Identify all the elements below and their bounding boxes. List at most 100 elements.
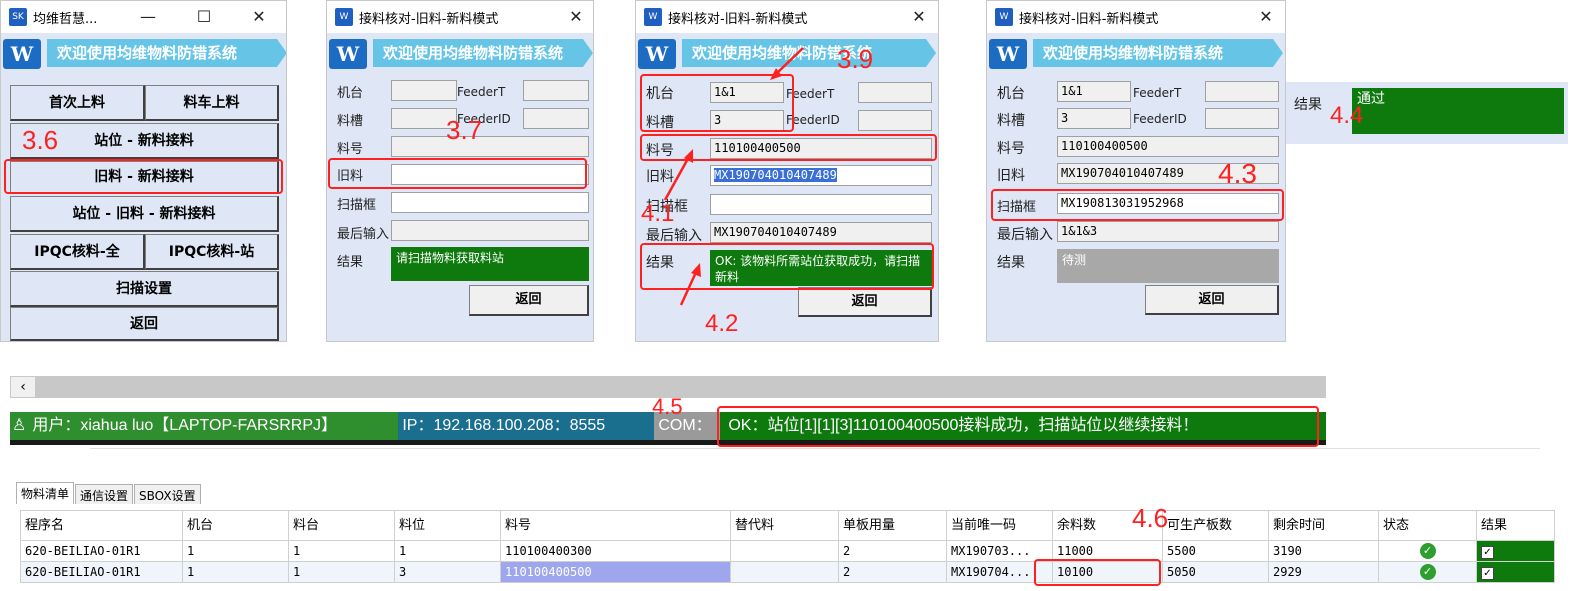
label-feedert: FeederT (1133, 86, 1182, 100)
status-ok-icon: ✓ (1419, 543, 1436, 559)
status-ok-icon: ✓ (1419, 564, 1436, 580)
close-icon[interactable]: ✕ (904, 5, 934, 29)
annotation-3-9: 3.9 (837, 44, 874, 74)
cell-substitute (730, 561, 839, 583)
banner-title: 欢迎使用均维物料防错系统 (373, 39, 593, 67)
logo: W (3, 39, 41, 69)
part-field[interactable] (391, 136, 589, 157)
minimize-icon[interactable]: — (133, 5, 163, 29)
feederid-field[interactable] (523, 108, 589, 129)
label-result: 结果 (997, 255, 1025, 271)
pass-result-panel: 结果 通过 (1286, 82, 1568, 144)
title-bar: W 接料核对-旧料-新料模式 ✕ (636, 1, 938, 33)
last-input-field: 1&1&3 (1057, 221, 1279, 242)
cell-slot: 3 (394, 561, 501, 583)
ipqc-station-button[interactable]: IPQC核料-站 (145, 234, 279, 270)
cell-result: ✓ (1476, 561, 1555, 583)
banner-title: 欢迎使用均维物料防错系统 (47, 39, 287, 67)
col-producible-boards[interactable]: 可生产板数 (1162, 510, 1269, 541)
annotation-4-2: 4.2 (705, 310, 739, 337)
label-feederid: FeederID (1133, 112, 1187, 126)
tab-material-list[interactable]: 物料清单 (16, 482, 75, 504)
feedert-field[interactable] (858, 82, 932, 103)
window-title: 接料核对-旧料-新料模式 (668, 11, 808, 27)
cell-usage: 2 (838, 561, 947, 583)
label-result: 结果 (1294, 97, 1322, 113)
col-remaining-time[interactable]: 剩余时间 (1268, 510, 1379, 541)
cell-substitute (730, 540, 839, 562)
cell-usage: 2 (838, 540, 947, 562)
logo: W (329, 39, 367, 69)
scan-input[interactable] (391, 192, 589, 213)
close-icon[interactable]: ✕ (244, 5, 274, 29)
col-result[interactable]: 结果 (1476, 510, 1555, 541)
table-row[interactable]: 620-BEILIAO-01R1 1 1 3 110100400500 2 MX… (20, 561, 1555, 583)
tab-sbox-settings[interactable]: SBOX设置 (134, 484, 201, 504)
col-unique-code[interactable]: 当前唯一码 (946, 510, 1053, 541)
result-display: 请扫描物料获取料站 (391, 247, 589, 281)
window-title: 均维哲慧... (33, 11, 98, 27)
status-user: 用户：xiahua luo【LAPTOP-FARSRRPJ】 (28, 412, 399, 440)
back-button[interactable]: 返回 (1145, 285, 1279, 315)
cell-remaining-time: 2929 (1268, 561, 1379, 583)
banner: W 欢迎使用均维物料防错系统 (327, 33, 593, 73)
table-header-row: 程序名 机台 料台 料位 料号 替代料 单板用量 当前唯一码 余料数 可生产板数… (20, 510, 1555, 541)
ipqc-all-button[interactable]: IPQC核料-全 (10, 234, 145, 270)
first-load-button[interactable]: 首次上料 (10, 85, 145, 121)
machine-field[interactable] (391, 80, 457, 101)
close-icon[interactable]: ✕ (561, 5, 591, 29)
close-icon[interactable]: ✕ (1251, 5, 1281, 29)
cart-load-button[interactable]: 料车上料 (145, 85, 279, 121)
scroll-left-arrow-icon[interactable]: ‹ (10, 376, 36, 398)
feedert-field[interactable] (523, 80, 589, 101)
window-title: 接料核对-旧料-新料模式 (359, 11, 499, 27)
col-part[interactable]: 料号 (500, 510, 731, 541)
back-button[interactable]: 返回 (10, 307, 279, 341)
maximize-icon[interactable]: ☐ (189, 5, 219, 29)
feedert-field[interactable] (1205, 81, 1279, 102)
material-list-table: 程序名 机台 料台 料位 料号 替代料 单板用量 当前唯一码 余料数 可生产板数… (20, 510, 1555, 583)
status-ip: IP：192.168.100.208：8555 (398, 412, 655, 440)
cell-program: 620-BEILIAO-01R1 (20, 561, 183, 583)
annotation-4-1: 4.1 (641, 200, 675, 227)
feederid-field[interactable] (858, 110, 932, 131)
station-old-new-splice-button[interactable]: 站位 - 旧料 - 新料接料 (10, 196, 279, 232)
cell-producible-boards: 5500 (1162, 540, 1269, 562)
feederid-field[interactable] (1205, 108, 1279, 129)
back-button[interactable]: 返回 (469, 285, 589, 316)
annotation-3-6: 3.6 (22, 125, 59, 155)
cell-part: 110100400500 (500, 561, 731, 583)
cell-table: 1 (288, 540, 395, 562)
title-bar: SK 均维哲慧... — ☐ ✕ (1, 1, 286, 33)
col-status[interactable]: 状态 (1378, 510, 1477, 541)
col-substitute[interactable]: 替代料 (730, 510, 839, 541)
col-machine[interactable]: 机台 (182, 510, 289, 541)
slot-field[interactable]: 3 (1057, 108, 1131, 129)
cell-remaining-time: 3190 (1268, 540, 1379, 562)
cell-result: ✓ (1476, 540, 1555, 562)
part-field[interactable]: 110100400500 (1057, 136, 1279, 157)
annotation-arrows (663, 47, 804, 306)
cell-part: 110100400300 (500, 540, 731, 562)
label-slot: 料槽 (997, 113, 1025, 129)
result-checkbox[interactable]: ✓ (1481, 545, 1494, 559)
cell-machine: 1 (182, 561, 289, 583)
col-usage[interactable]: 单板用量 (838, 510, 947, 541)
label-feedert: FeederT (457, 85, 506, 99)
col-table[interactable]: 料台 (288, 510, 395, 541)
tab-communication-settings[interactable]: 通信设置 (75, 484, 134, 504)
cell-status: ✓ (1378, 540, 1477, 562)
banner-title: 欢迎使用均维物料防错系统 (1033, 39, 1283, 67)
table-row[interactable]: 620-BEILIAO-01R1 1 1 1 110100400300 2 MX… (20, 540, 1555, 562)
result-checkbox[interactable]: ✓ (1481, 566, 1494, 580)
annotation-4-6: 4.6 (1132, 503, 1169, 533)
last-input-field (391, 220, 589, 241)
app-icon: W (335, 8, 353, 26)
label-old: 旧料 (997, 168, 1025, 184)
highlight-scan-input (991, 189, 1284, 221)
scan-settings-button[interactable]: 扫描设置 (10, 271, 279, 307)
label-last-input: 最后输入 (997, 227, 1053, 243)
col-slot[interactable]: 料位 (394, 510, 501, 541)
col-program[interactable]: 程序名 (20, 510, 183, 541)
machine-field[interactable]: 1&1 (1057, 81, 1131, 102)
